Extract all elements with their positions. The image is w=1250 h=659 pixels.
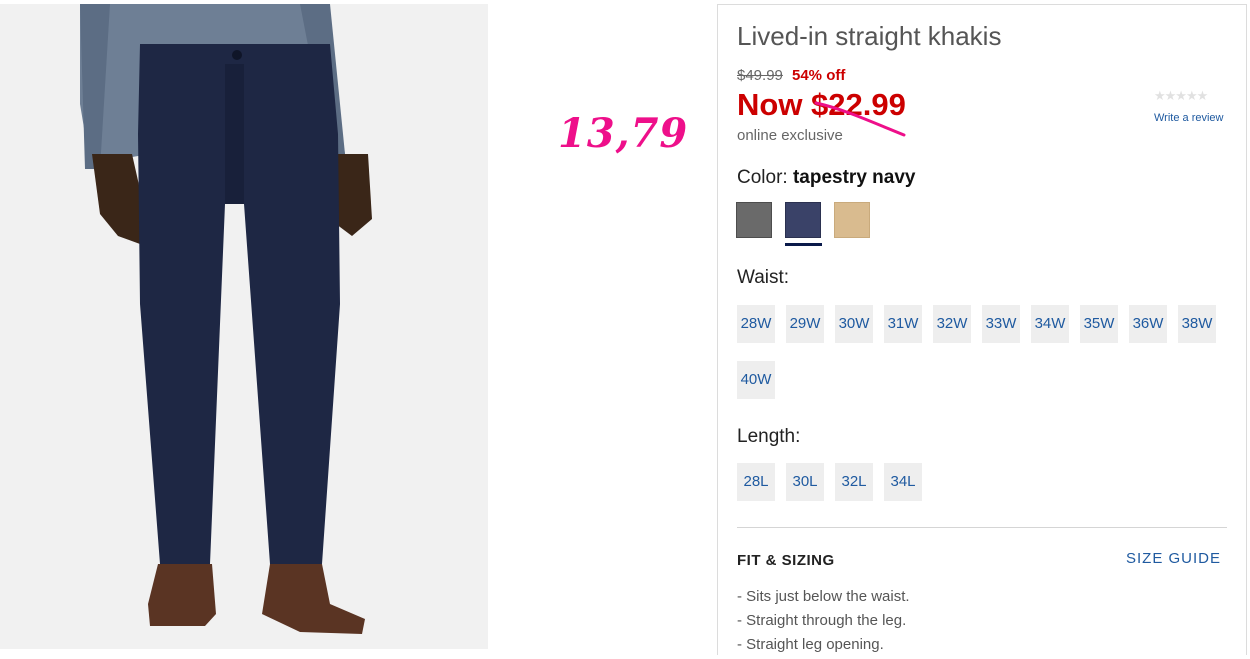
online-exclusive-note: online exclusive <box>737 127 843 144</box>
list-item: - Straight leg opening. <box>737 636 884 653</box>
list-item: - Sits just below the waist. <box>737 588 910 605</box>
waist-option-35w[interactable]: 35W <box>1080 305 1118 343</box>
product-image <box>0 4 488 649</box>
color-swatch-khaki[interactable] <box>834 202 870 238</box>
fit-details-list: - Sits just below the waist. - Straight … <box>737 587 910 659</box>
waist-option-40w[interactable]: 40W <box>737 361 775 399</box>
model-wearing-pants-image <box>0 4 488 649</box>
selected-color-name: tapestry navy <box>792 167 916 188</box>
waist-option-33w[interactable]: 33W <box>982 305 1020 343</box>
discount-percent: 54% off <box>792 67 846 84</box>
length-label: Length: <box>737 426 801 447</box>
waist-option-30w[interactable]: 30W <box>835 305 873 343</box>
waist-option-38w[interactable]: 38W <box>1178 305 1216 343</box>
length-option-30l[interactable]: 30L <box>786 463 824 501</box>
waist-option-32w[interactable]: 32W <box>933 305 971 343</box>
length-option-32l[interactable]: 32L <box>835 463 873 501</box>
length-option-28l[interactable]: 28L <box>737 463 775 501</box>
waist-option-29w[interactable]: 29W <box>786 305 824 343</box>
waist-option-34w[interactable]: 34W <box>1031 305 1069 343</box>
product-info-panel: Lived-in straight khakis $49.99 54% off … <box>717 4 1247 655</box>
list-item: - Straight through the leg. <box>737 612 907 629</box>
color-label: Color: tapestry navy <box>737 167 915 189</box>
waist-option-36w[interactable]: 36W <box>1129 305 1167 343</box>
color-label-text: Color: <box>737 167 788 188</box>
size-guide-link[interactable]: SIZE GUIDE <box>1126 550 1221 567</box>
length-option-34l[interactable]: 34L <box>884 463 922 501</box>
waist-option-28w[interactable]: 28W <box>737 305 775 343</box>
color-swatch-gray[interactable] <box>736 202 772 238</box>
selected-swatch-indicator <box>785 243 822 246</box>
rating-stars: ★★★★★ <box>1154 88 1208 103</box>
color-swatch-tapestry-navy[interactable] <box>785 202 821 238</box>
waist-option-31w[interactable]: 31W <box>884 305 922 343</box>
waist-label: Waist: <box>737 267 790 288</box>
write-review-link[interactable]: Write a review <box>1154 112 1223 124</box>
fit-sizing-heading[interactable]: FIT & SIZING <box>737 552 835 569</box>
product-title: Lived-in straight khakis <box>737 21 1002 51</box>
original-price: $49.99 <box>737 67 783 84</box>
section-divider <box>737 527 1227 528</box>
handwritten-price-annotation: 13,79 <box>558 110 689 157</box>
